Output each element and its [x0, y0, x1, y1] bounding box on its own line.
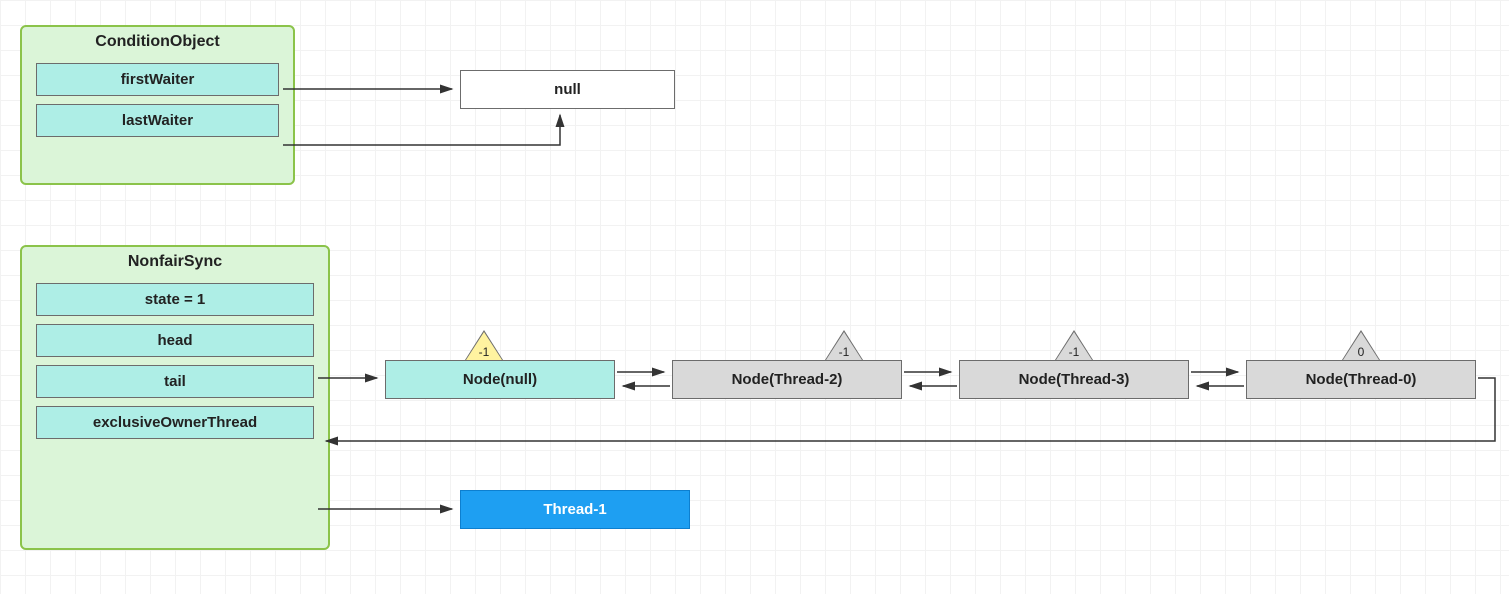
queue-node-0: Node(null)	[385, 360, 615, 399]
tail-field: tail	[36, 365, 314, 398]
state-field: state = 1	[36, 283, 314, 316]
null-node: null	[460, 70, 675, 109]
wait-status-1: -1	[826, 345, 862, 359]
condition-object-title: ConditionObject	[22, 27, 293, 55]
nonfair-sync-title: NonfairSync	[22, 247, 328, 275]
nonfair-sync-group: NonfairSync state = 1 head tail exclusiv…	[20, 245, 330, 550]
owner-thread-node: Thread-1	[460, 490, 690, 529]
first-waiter-field: firstWaiter	[36, 63, 279, 96]
last-waiter-field: lastWaiter	[36, 104, 279, 137]
exclusive-owner-thread-field: exclusiveOwnerThread	[36, 406, 314, 439]
queue-node-2: Node(Thread-3)	[959, 360, 1189, 399]
queue-node-3: Node(Thread-0)	[1246, 360, 1476, 399]
queue-node-1: Node(Thread-2)	[672, 360, 902, 399]
condition-object-group: ConditionObject firstWaiter lastWaiter	[20, 25, 295, 185]
wait-status-3: 0	[1343, 345, 1379, 359]
wait-status-0: -1	[466, 345, 502, 359]
wait-status-2: -1	[1056, 345, 1092, 359]
head-field: head	[36, 324, 314, 357]
